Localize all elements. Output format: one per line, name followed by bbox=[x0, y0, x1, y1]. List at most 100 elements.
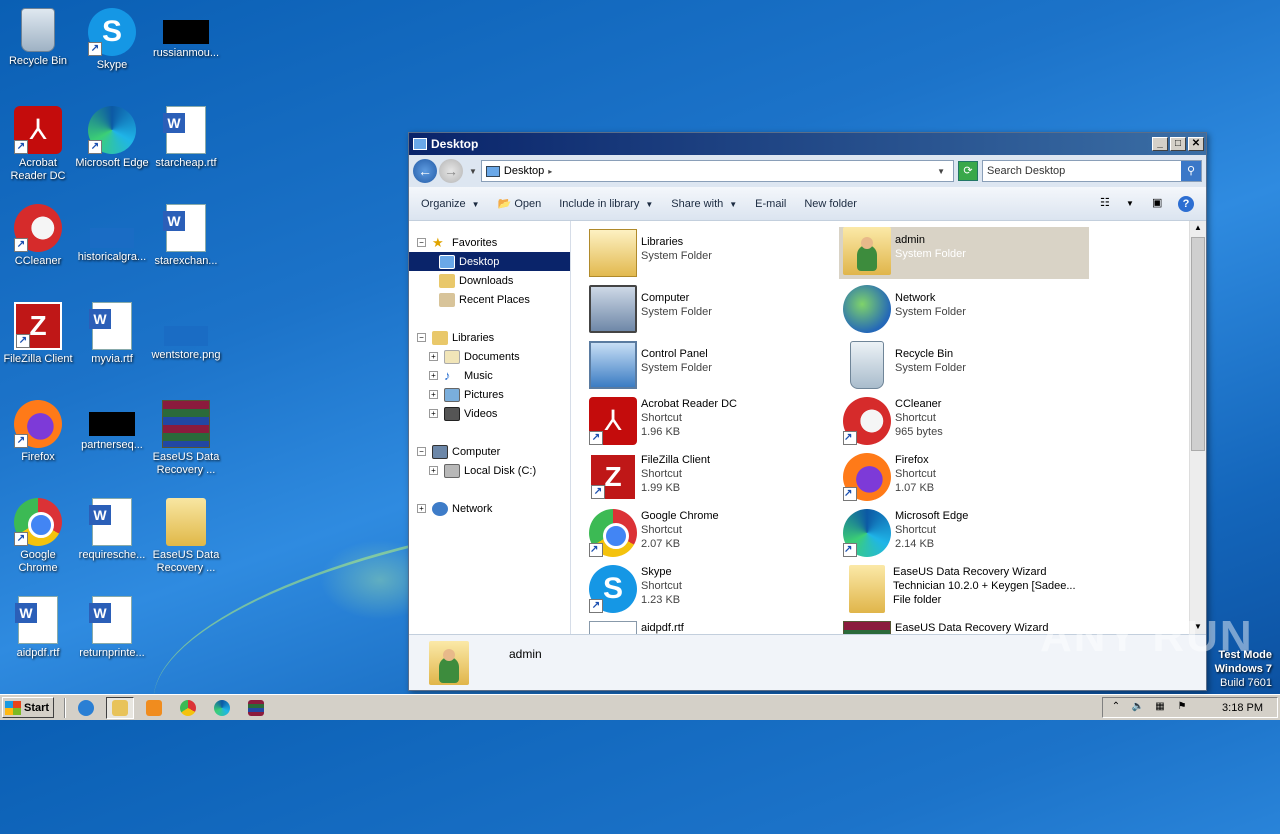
desktop-icon-recycle-bin[interactable]: Recycle Bin bbox=[0, 8, 76, 68]
nav-downloads[interactable]: Downloads bbox=[409, 271, 570, 290]
desktop-icon-ccleaner[interactable]: ↗ CCleaner bbox=[0, 204, 76, 268]
word-document-icon bbox=[589, 621, 637, 634]
help-icon[interactable]: ? bbox=[1178, 195, 1194, 212]
refresh-button[interactable]: ⟳ bbox=[958, 161, 978, 181]
item-filezilla[interactable]: Z ↗ FileZilla Client Shortcut 1.99 KB bbox=[585, 453, 835, 505]
scroll-thumb[interactable] bbox=[1191, 237, 1205, 451]
desktop-icon-filezilla[interactable]: Z ↗ FileZilla Client bbox=[0, 302, 76, 366]
back-button[interactable]: ← bbox=[413, 159, 437, 183]
desktop-icon-partnerseq[interactable]: partnerseq... bbox=[74, 400, 150, 452]
desktop-icon-acrobat[interactable]: ⅄ ↗ Acrobat Reader DC bbox=[0, 106, 76, 183]
desktop-icon-historicalgra[interactable]: historicalgra... bbox=[74, 204, 150, 264]
include-in-library-menu[interactable]: Include in library ▼ bbox=[559, 198, 653, 210]
scroll-up-icon[interactable]: ▲ bbox=[1190, 221, 1206, 235]
explorer-body: − ★ Favorites Desktop Downloads Recent Pla… bbox=[409, 221, 1206, 634]
nav-videos[interactable]: + Videos bbox=[409, 404, 570, 423]
item-easeus-folder[interactable]: EaseUS Data Recovery Wizard Technician 10… bbox=[839, 565, 1089, 617]
minimize-button[interactable]: _ bbox=[1152, 137, 1168, 151]
item-libraries[interactable]: Libraries System Folder bbox=[585, 229, 835, 281]
desktop-icon-myvia[interactable]: W myvia.rtf bbox=[74, 302, 150, 366]
new-folder-button[interactable]: New folder bbox=[804, 198, 857, 210]
window-titlebar[interactable]: Desktop _ □ ✕ bbox=[409, 133, 1206, 155]
item-type: System Folder bbox=[641, 250, 712, 262]
nav-network[interactable]: + Network bbox=[409, 499, 570, 518]
item-skype[interactable]: S ↗ Skype Shortcut 1.23 KB bbox=[585, 565, 835, 617]
email-button[interactable]: E-mail bbox=[755, 198, 786, 210]
item-computer[interactable]: Computer System Folder bbox=[585, 285, 835, 337]
taskbar-winrar[interactable] bbox=[242, 697, 270, 719]
item-recycle-bin[interactable]: Recycle Bin System Folder bbox=[839, 341, 1089, 393]
shortcut-arrow-icon: ↗ bbox=[591, 485, 605, 499]
nav-desktop[interactable]: Desktop bbox=[409, 252, 570, 271]
desktop-icon-requiresche[interactable]: W requiresche... bbox=[74, 498, 150, 562]
breadcrumb-chevron-icon[interactable]: ▸ bbox=[548, 167, 552, 176]
forward-button[interactable]: → bbox=[439, 159, 463, 183]
desktop-icon-russianmou[interactable]: russianmou... bbox=[148, 8, 224, 60]
taskbar-media-player[interactable] bbox=[140, 697, 168, 719]
taskbar-explorer[interactable] bbox=[106, 696, 134, 719]
share-with-menu[interactable]: Share with ▼ bbox=[671, 198, 737, 210]
search-input[interactable]: Search Desktop ⚲ bbox=[982, 160, 1202, 182]
item-admin[interactable]: admin System Folder bbox=[839, 227, 1089, 279]
desktop-icon-easeus-folder[interactable]: EaseUS Data Recovery ... bbox=[148, 498, 224, 575]
desktop-icon-returnprinte[interactable]: W returnprinte... bbox=[74, 596, 150, 660]
desktop-icon-wentstore[interactable]: wentstore.png bbox=[148, 302, 224, 362]
item-edge[interactable]: ↗ Microsoft Edge Shortcut 2.14 KB bbox=[839, 509, 1089, 561]
maximize-button[interactable]: □ bbox=[1170, 137, 1186, 151]
vertical-scrollbar[interactable]: ▲ ▼ bbox=[1189, 221, 1206, 634]
preview-pane-icon[interactable]: ▣ bbox=[1152, 196, 1168, 212]
item-acrobat[interactable]: ⅄ ↗ Acrobat Reader DC Shortcut 1.96 KB bbox=[585, 397, 835, 449]
word-document-icon: W bbox=[163, 106, 206, 154]
address-dropdown[interactable]: ▼ bbox=[937, 167, 945, 176]
nav-pictures[interactable]: + Pictures bbox=[409, 385, 570, 404]
open-button[interactable]: 📂 Open bbox=[498, 197, 542, 210]
item-control-panel[interactable]: Control Panel System Folder bbox=[585, 341, 835, 393]
item-type: Shortcut bbox=[895, 468, 936, 480]
change-view-icon[interactable]: ☷ bbox=[1100, 196, 1116, 212]
nav-favorites[interactable]: − ★ Favorites bbox=[409, 233, 570, 252]
organize-menu[interactable]: Organize ▼ bbox=[421, 198, 480, 210]
address-bar[interactable]: Desktop ▸ ▼ bbox=[480, 160, 954, 182]
nav-recent-places[interactable]: Recent Places bbox=[409, 290, 570, 309]
item-size: 1.07 KB bbox=[895, 482, 935, 494]
nav-libraries[interactable]: − Libraries bbox=[409, 328, 570, 347]
taskbar-edge[interactable] bbox=[208, 697, 236, 719]
taskbar-chrome[interactable] bbox=[174, 697, 202, 719]
network-tray-icon[interactable]: ▦ bbox=[1153, 701, 1167, 715]
desktop-icon-starcheap[interactable]: W starcheap.rtf bbox=[148, 106, 224, 170]
nav-local-disk[interactable]: + Local Disk (C:) bbox=[409, 461, 570, 480]
nav-music[interactable]: + ♪ Music bbox=[409, 366, 570, 385]
word-document-icon: W bbox=[15, 596, 58, 644]
show-hidden-icons-icon[interactable]: ⌃ bbox=[1109, 701, 1123, 715]
recent-pages-dropdown[interactable]: ▼ bbox=[469, 167, 477, 176]
nav-documents[interactable]: + Documents bbox=[409, 347, 570, 366]
firefox-icon: ↗ bbox=[843, 453, 891, 501]
search-icon[interactable]: ⚲ bbox=[1181, 161, 1201, 181]
desktop-icon-starexchan[interactable]: W starexchan... bbox=[148, 204, 224, 268]
item-firefox[interactable]: ↗ Firefox Shortcut 1.07 KB bbox=[839, 453, 1089, 505]
action-center-flag-icon[interactable]: ⚑ bbox=[1175, 701, 1189, 715]
item-chrome[interactable]: ↗ Google Chrome Shortcut 2.07 KB bbox=[585, 509, 835, 561]
item-ccleaner[interactable]: ↗ CCleaner Shortcut 965 bytes bbox=[839, 397, 1089, 449]
file-thumbnail-icon bbox=[90, 228, 134, 248]
desktop-icon-aidpdf[interactable]: W aidpdf.rtf bbox=[0, 596, 76, 660]
volume-icon[interactable]: 🔈 bbox=[1131, 701, 1145, 715]
nav-computer[interactable]: − Computer bbox=[409, 442, 570, 461]
clock[interactable]: 3:18 PM bbox=[1222, 702, 1263, 714]
taskbar-ie[interactable] bbox=[72, 697, 100, 719]
item-network[interactable]: Network System Folder bbox=[839, 285, 1089, 337]
item-aidpdf[interactable]: aidpdf.rtf bbox=[585, 621, 835, 634]
chrome-icon: ↗ bbox=[589, 509, 637, 557]
desktop-icon-label: wentstore.png bbox=[151, 349, 221, 361]
view-dropdown-icon[interactable]: ▼ bbox=[1126, 196, 1142, 212]
desktop-icon-skype[interactable]: S ↗ Skype bbox=[74, 8, 150, 72]
item-size: 1.96 KB bbox=[641, 426, 681, 438]
start-button[interactable]: Start bbox=[2, 697, 54, 718]
file-thumbnail-icon bbox=[163, 20, 209, 44]
close-button[interactable]: ✕ bbox=[1188, 137, 1204, 151]
chrome-icon: ↗ bbox=[14, 498, 62, 546]
desktop-icon-easeus-archive[interactable]: EaseUS Data Recovery ... bbox=[148, 400, 224, 477]
desktop-icon-chrome[interactable]: ↗ Google Chrome bbox=[0, 498, 76, 575]
desktop-icon-edge[interactable]: ↗ Microsoft Edge bbox=[74, 106, 150, 170]
desktop-icon-firefox[interactable]: ↗ Firefox bbox=[0, 400, 76, 464]
